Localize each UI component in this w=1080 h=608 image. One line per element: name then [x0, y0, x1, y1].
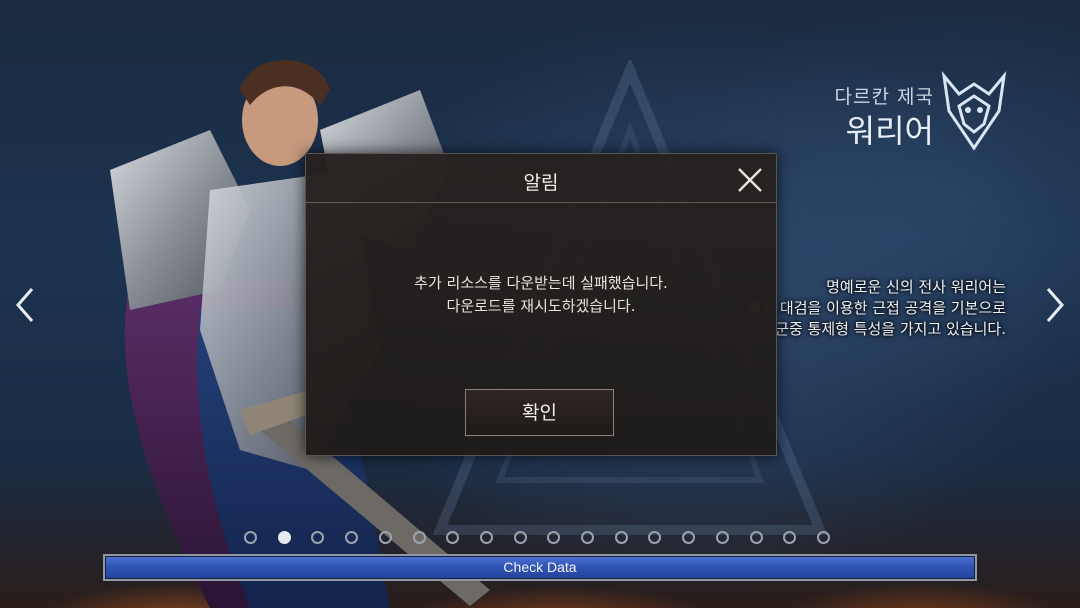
page-dot[interactable]	[581, 531, 594, 544]
page-dot[interactable]	[783, 531, 796, 544]
chevron-left-icon[interactable]	[12, 285, 38, 325]
page-dot[interactable]	[278, 531, 291, 544]
page-dot[interactable]	[547, 531, 560, 544]
page-dot[interactable]	[750, 531, 763, 544]
dialog-message-line: 다운로드를 재시도하겠습니다.	[446, 297, 636, 315]
warrior-crest-icon	[941, 70, 1007, 151]
dialog-message-line: 추가 리소스를 다운받는데 실패했습니다.	[414, 274, 668, 292]
confirm-button[interactable]: 확인	[465, 389, 614, 436]
game-loading-screen: 다르칸 제국 워리어 명예로운 신의 전사 워리어는 양손 대검을 이용한 근접…	[0, 0, 1080, 608]
notice-dialog: 알림 추가 리소스를 다운받는데 실패했습니다. 다운로드를 재시도하겠습니다.…	[305, 153, 777, 456]
chevron-right-icon[interactable]	[1042, 285, 1068, 325]
dialog-header: 알림	[306, 154, 776, 203]
page-dot[interactable]	[345, 531, 358, 544]
class-name: 워리어	[845, 112, 934, 150]
page-dot[interactable]	[648, 531, 661, 544]
dialog-title: 알림	[523, 172, 559, 194]
page-dot[interactable]	[311, 531, 324, 544]
page-dot[interactable]	[682, 531, 695, 544]
page-dot[interactable]	[379, 531, 392, 544]
page-dot[interactable]	[480, 531, 493, 544]
progress-label: Check Data	[503, 559, 577, 575]
page-dot[interactable]	[244, 531, 257, 544]
page-dot[interactable]	[615, 531, 628, 544]
page-dot[interactable]	[817, 531, 830, 544]
page-dot[interactable]	[413, 531, 426, 544]
class-nation: 다르칸 제국	[834, 86, 934, 108]
page-dot[interactable]	[716, 531, 729, 544]
dialog-message: 추가 리소스를 다운받는데 실패했습니다. 다운로드를 재시도하겠습니다.	[306, 272, 776, 318]
class-header: 다르칸 제국 워리어	[820, 78, 940, 150]
loading-progress-bar: Check Data	[103, 554, 977, 581]
page-dot[interactable]	[514, 531, 527, 544]
close-icon[interactable]	[734, 164, 766, 196]
page-dot[interactable]	[446, 531, 459, 544]
page-indicator	[244, 531, 844, 551]
